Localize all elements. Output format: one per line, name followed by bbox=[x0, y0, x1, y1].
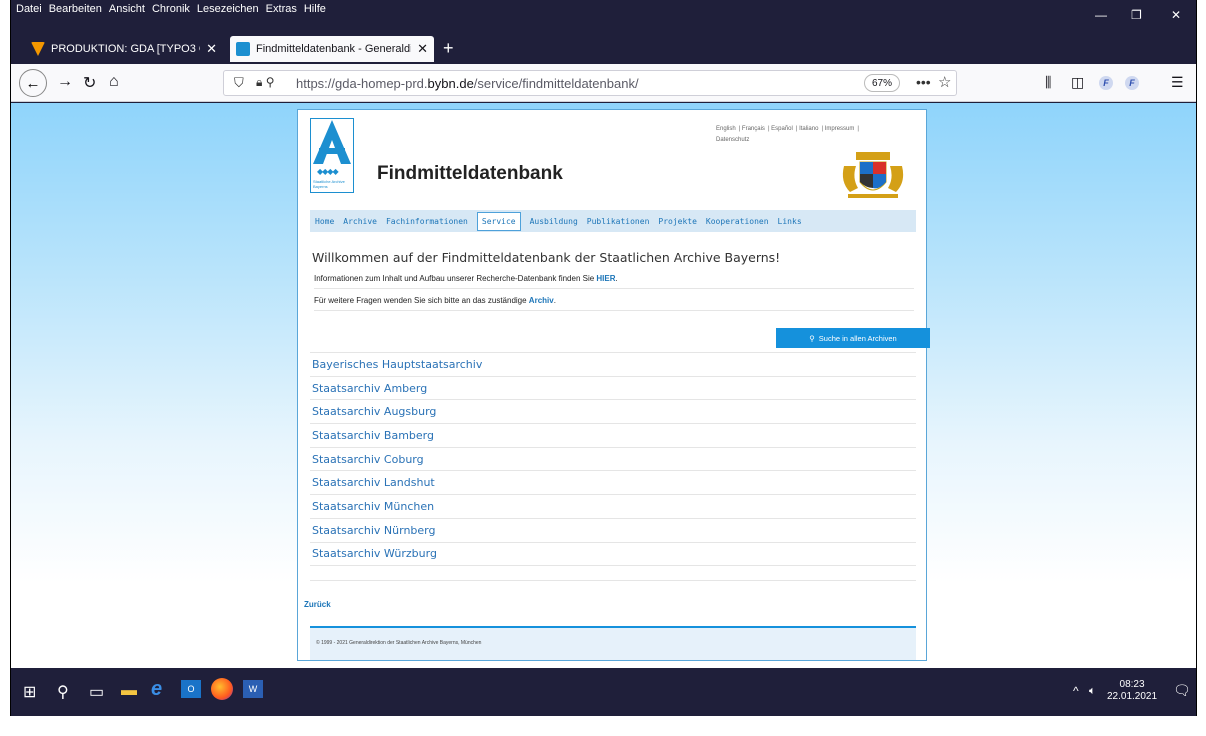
archive-item-amberg[interactable]: Staatsarchiv Amberg bbox=[310, 377, 916, 401]
volume-icon[interactable]: 🔈︎ bbox=[1089, 685, 1096, 698]
web-page: ◆◆◆◆ Staatliche Archive Bayerns English |… bbox=[297, 109, 930, 661]
contact-line: Für weitere Fragen wenden Sie sich bitte… bbox=[314, 296, 914, 311]
word-icon[interactable]: W bbox=[243, 680, 263, 698]
home-icon[interactable]: ⌂ bbox=[109, 73, 119, 91]
menu-hilfe[interactable]: Hilfe bbox=[304, 3, 326, 15]
close-tab-icon[interactable]: ✕ bbox=[417, 41, 428, 57]
logo-diamond-icon: ◆◆◆◆ bbox=[317, 167, 339, 176]
archive-logo-icon bbox=[236, 42, 250, 56]
internet-explorer-icon[interactable]: e bbox=[151, 678, 162, 701]
typo3-icon bbox=[31, 42, 45, 56]
hamburger-menu-icon[interactable]: ☰ bbox=[1171, 74, 1184, 91]
nav-ausbildung[interactable]: Ausbildung bbox=[530, 217, 578, 226]
search-icon[interactable]: ⚲ bbox=[57, 682, 69, 702]
copyright-text: © 1999 - 2021 Generaldirektion der Staat… bbox=[316, 640, 482, 646]
link-francais[interactable]: Français bbox=[742, 126, 765, 132]
hier-link[interactable]: HIER bbox=[596, 274, 615, 283]
link-espanol[interactable]: Español bbox=[771, 126, 793, 132]
tab-strip: PRODUKTION: GDA [TYPO3 CM ✕ Findmittelda… bbox=[11, 34, 1196, 64]
minimize-icon[interactable]: — bbox=[1095, 8, 1107, 22]
archive-item-wuerzburg[interactable]: Staatsarchiv Würzburg bbox=[310, 543, 916, 567]
file-explorer-icon[interactable]: ▬ bbox=[121, 682, 137, 700]
lock-icon[interactable]: 🔒︎ ⚲ bbox=[256, 75, 275, 90]
zoom-level[interactable]: 67% bbox=[864, 74, 900, 92]
reload-icon[interactable]: ↻ bbox=[83, 73, 96, 93]
main-navigation: Home Archive Fachinformationen Service A… bbox=[310, 210, 916, 232]
url-text[interactable]: https://gda-homep-prd.bybn.de/service/fi… bbox=[296, 76, 639, 91]
tab-title: PRODUKTION: GDA [TYPO3 CM bbox=[51, 43, 201, 55]
site-logo[interactable]: ◆◆◆◆ Staatliche Archive Bayerns bbox=[310, 118, 354, 193]
archive-item-bamberg[interactable]: Staatsarchiv Bamberg bbox=[310, 424, 916, 448]
nav-kooperationen[interactable]: Kooperationen bbox=[706, 217, 769, 226]
search-all-archives-button[interactable]: ⚲ Suche in allen Archiven bbox=[776, 328, 930, 348]
nav-fachinformationen[interactable]: Fachinformationen bbox=[386, 217, 468, 226]
info-line: Informationen zum Inhalt und Aufbau unse… bbox=[314, 274, 914, 289]
windows-taskbar: ⊞ ⚲ ▭ ▬ e O W ^ 🔈︎ 08:23 22.01.2021 🗨︎ bbox=[11, 668, 1196, 716]
link-italiano[interactable]: Italiano bbox=[799, 126, 818, 132]
divider bbox=[310, 580, 916, 581]
outlook-icon[interactable]: O bbox=[181, 680, 201, 698]
tab-produktion[interactable]: PRODUKTION: GDA [TYPO3 CM ✕ bbox=[25, 36, 223, 62]
logo-text: Staatliche Archive Bayerns bbox=[313, 179, 345, 189]
nav-publikationen[interactable]: Publikationen bbox=[587, 217, 650, 226]
search-icon: ⚲ bbox=[809, 333, 815, 343]
system-clock[interactable]: 08:23 22.01.2021 bbox=[1107, 679, 1157, 703]
page-viewport: ◆◆◆◆ Staatliche Archive Bayerns English |… bbox=[11, 103, 1196, 668]
language-links: English | Français | Español | Italiano | Im… bbox=[716, 126, 859, 143]
nav-projekte[interactable]: Projekte bbox=[658, 217, 697, 226]
system-tray-chevron-icon[interactable]: ^ bbox=[1073, 684, 1079, 698]
nav-service[interactable]: Service bbox=[476, 211, 521, 231]
archive-item-muenchen[interactable]: Staatsarchiv München bbox=[310, 495, 916, 519]
menu-datei[interactable]: Datei bbox=[16, 3, 42, 15]
extension-f-icon[interactable]: F bbox=[1125, 76, 1139, 90]
library-icon[interactable]: ⫼ bbox=[1045, 74, 1051, 91]
welcome-heading: Willkommen auf der Findmitteldatenbank d… bbox=[312, 250, 781, 265]
nav-archive[interactable]: Archive bbox=[343, 217, 377, 226]
new-tab-icon[interactable]: + bbox=[443, 38, 454, 59]
archive-item-landshut[interactable]: Staatsarchiv Landshut bbox=[310, 471, 916, 496]
menu-bearbeiten[interactable]: Bearbeiten bbox=[49, 3, 102, 15]
back-link[interactable]: Zurück bbox=[304, 600, 331, 609]
logo-letter bbox=[311, 119, 353, 165]
menu-ansicht[interactable]: Ansicht bbox=[109, 3, 145, 15]
sidebar-icon[interactable]: ◫ bbox=[1071, 74, 1084, 91]
browser-window: Datei Bearbeiten Ansicht Chronik Lesezei… bbox=[10, 0, 1197, 716]
windows-start-icon[interactable]: ⊞ bbox=[23, 682, 36, 702]
nav-links[interactable]: Links bbox=[778, 217, 802, 226]
shield-icon[interactable]: ⛉ bbox=[234, 75, 244, 91]
bavarian-coat-of-arms-icon bbox=[842, 152, 904, 198]
bookmark-star-icon[interactable]: ☆ bbox=[938, 73, 951, 91]
notification-icon[interactable]: 🗨︎ bbox=[1173, 682, 1191, 699]
archive-item-coburg[interactable]: Staatsarchiv Coburg bbox=[310, 448, 916, 472]
forward-icon[interactable]: → bbox=[57, 73, 73, 91]
nav-home[interactable]: Home bbox=[315, 217, 334, 226]
archive-item-nuernberg[interactable]: Staatsarchiv Nürnberg bbox=[310, 519, 916, 543]
firefox-icon[interactable] bbox=[211, 678, 233, 700]
archive-item-augsburg[interactable]: Staatsarchiv Augsburg bbox=[310, 400, 916, 425]
close-window-icon[interactable]: ✕ bbox=[1171, 8, 1181, 22]
menu-extras[interactable]: Extras bbox=[266, 3, 297, 15]
tab-title: Findmitteldatenbank - Generaldirektion bbox=[256, 43, 411, 55]
archive-item-hauptstaatsarchiv[interactable]: Bayerisches Hauptstaatsarchiv bbox=[310, 353, 916, 377]
link-impressum[interactable]: Impressum bbox=[825, 126, 855, 132]
close-tab-icon[interactable]: ✕ bbox=[206, 41, 217, 57]
address-bar[interactable]: ⛉ 🔒︎ ⚲ https://gda-homep-prd.bybn.de/ser… bbox=[223, 70, 957, 96]
back-icon[interactable]: ← bbox=[19, 69, 47, 97]
site-title: Findmitteldatenbank bbox=[377, 163, 563, 184]
archive-list: Bayerisches Hauptstaatsarchiv Staatsarch… bbox=[310, 352, 916, 567]
navigation-toolbar: ← → ↻ ⌂ ⛉ 🔒︎ ⚲ https://gda-homep-prd.byb… bbox=[11, 64, 1196, 102]
archiv-link[interactable]: Archiv bbox=[529, 296, 554, 305]
link-english[interactable]: English bbox=[716, 126, 736, 132]
menu-lesezeichen[interactable]: Lesezeichen bbox=[197, 3, 259, 15]
menu-bar: Datei Bearbeiten Ansicht Chronik Lesezei… bbox=[11, 0, 1196, 34]
page-actions-icon[interactable]: ••• bbox=[916, 74, 931, 90]
extension-f-icon[interactable]: F bbox=[1099, 76, 1113, 90]
menu-chronik[interactable]: Chronik bbox=[152, 3, 190, 15]
restore-icon[interactable]: ❐ bbox=[1131, 8, 1142, 22]
link-datenschutz[interactable]: Datenschutz bbox=[716, 137, 749, 143]
tab-findmitteldatenbank[interactable]: Findmitteldatenbank - Generaldirektion ✕ bbox=[230, 36, 434, 62]
page-footer: © 1999 - 2021 Generaldirektion der Staat… bbox=[310, 626, 916, 660]
task-view-icon[interactable]: ▭ bbox=[89, 682, 104, 702]
